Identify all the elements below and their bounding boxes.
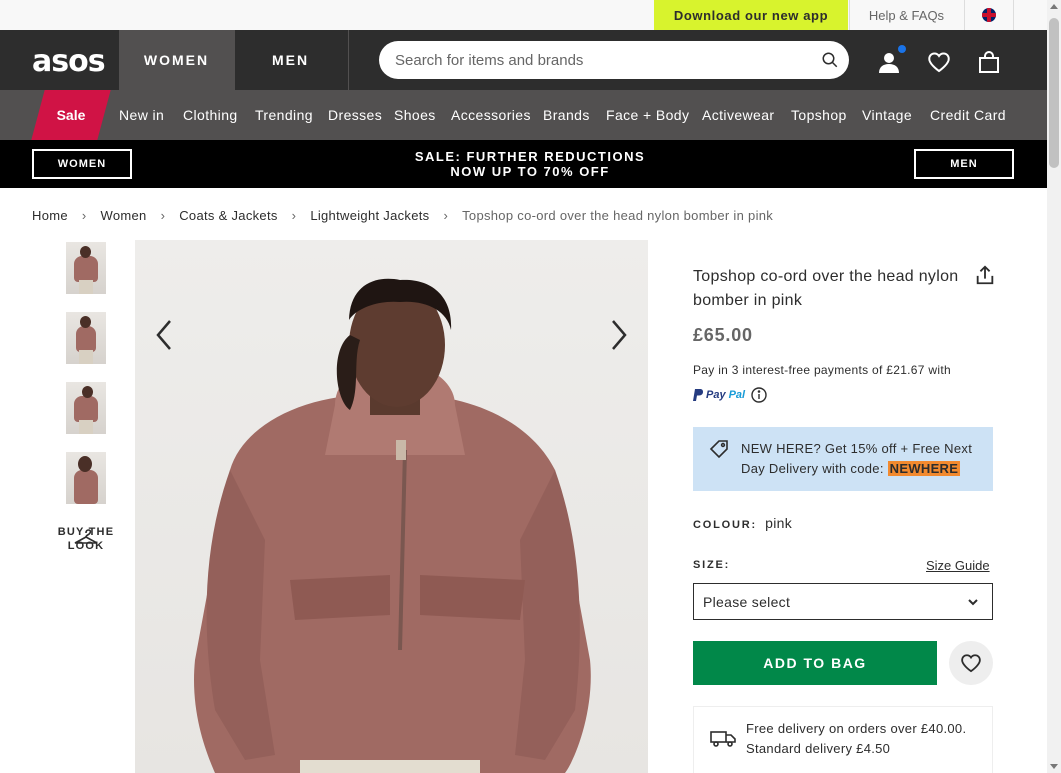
nav-item-vintage[interactable]: Vintage (862, 90, 912, 140)
promo-message: NEW HERE? Get 15% off + Free Next Day De… (741, 439, 981, 479)
promo-text[interactable]: SALE: FURTHER REDUCTIONS NOW UP TO 70% O… (330, 149, 730, 179)
breadcrumb-current: Topshop co-ord over the head nylon bombe… (462, 208, 774, 223)
new-customer-promo: NEW HERE? Get 15% off + Free Next Day De… (693, 427, 993, 491)
asos-logo[interactable]: asos (32, 44, 106, 79)
tag-icon (709, 440, 728, 459)
size-guide-link[interactable]: Size Guide (926, 558, 990, 573)
delivery-info: Free delivery on orders over £40.00. Sta… (693, 706, 993, 773)
main-header: asos WOMEN MEN (0, 30, 1047, 90)
chevron-down-icon (968, 599, 978, 606)
promo-women-button[interactable]: WOMEN (32, 149, 132, 179)
scroll-up-arrow[interactable] (1050, 4, 1058, 9)
thumbnail-1[interactable] (66, 242, 106, 294)
delivery-line-2: Standard delivery £4.50 (746, 741, 891, 756)
chevron-left-icon (156, 320, 171, 350)
tab-men[interactable]: MEN (233, 30, 348, 90)
nav-item-dresses[interactable]: Dresses (328, 90, 382, 140)
next-image-button[interactable] (604, 315, 634, 355)
nav-item-topshop[interactable]: Topshop (791, 90, 847, 140)
help-faqs-link[interactable]: Help & FAQs (849, 0, 963, 30)
share-icon[interactable] (974, 264, 996, 286)
breadcrumb-separator: › (443, 208, 449, 223)
tab-divider (348, 30, 349, 90)
size-select[interactable]: Please select (693, 583, 993, 620)
nav-item-face-body[interactable]: Face + Body (606, 90, 689, 140)
nav-item-shoes[interactable]: Shoes (394, 90, 436, 140)
nav-item-brands[interactable]: Brands (543, 90, 590, 140)
search-bar (379, 41, 849, 79)
breadcrumb-women[interactable]: Women (101, 208, 147, 223)
breadcrumb-home[interactable]: Home (32, 208, 68, 223)
breadcrumb-separator: › (291, 208, 297, 223)
delivery-line-1: Free delivery on orders over £40.00. (746, 721, 967, 736)
breadcrumb-separator: › (160, 208, 166, 223)
promo-banner: WOMEN SALE: FURTHER REDUCTIONS NOW UP TO… (0, 140, 1047, 188)
add-to-bag-button[interactable]: ADD TO BAG (693, 641, 937, 685)
heart-icon (961, 654, 981, 673)
paypal-row: Pay Pal (693, 387, 767, 403)
nav-item-trending[interactable]: Trending (255, 90, 313, 140)
size-label: SIZE: (693, 559, 731, 571)
thumbnail-4[interactable] (66, 452, 106, 504)
nav-item-credit-card[interactable]: Credit Card (930, 90, 1006, 140)
colour-row: COLOUR: pink (693, 515, 792, 531)
colour-value: pink (765, 515, 793, 531)
colour-label: COLOUR: (693, 519, 757, 531)
breadcrumb-lightweight-jackets[interactable]: Lightweight Jackets (310, 208, 429, 223)
promo-line-1: SALE: FURTHER REDUCTIONS (414, 149, 646, 164)
uk-flag-icon (982, 8, 996, 22)
country-selector[interactable] (964, 0, 1014, 30)
truck-icon (710, 731, 736, 747)
breadcrumb: Home › Women › Coats & Jackets › Lightwe… (32, 208, 773, 223)
search-input[interactable] (395, 51, 795, 69)
category-nav: Sale New in Clothing Trending Dresses Sh… (0, 90, 1047, 140)
paypal-pal: Pal (728, 389, 746, 401)
search-icon[interactable] (821, 51, 839, 69)
size-select-value: Please select (703, 593, 791, 610)
notification-dot (898, 45, 906, 53)
prev-image-button[interactable] (149, 315, 179, 355)
installments-text: Pay in 3 interest-free payments of £21.6… (693, 363, 951, 377)
save-for-later-button[interactable] (949, 641, 993, 685)
promo-line-2: NOW UP TO 70% OFF (450, 164, 610, 179)
paypal-p-icon (693, 389, 703, 401)
paypal-logo: Pay Pal (693, 389, 745, 401)
thumbnail-2[interactable] (66, 312, 106, 364)
product-title: Topshop co-ord over the head nylon bombe… (693, 268, 959, 309)
delivery-text: Free delivery on orders over £40.00. Sta… (746, 719, 966, 759)
scrollbar-thumb[interactable] (1049, 18, 1059, 168)
chevron-right-icon (612, 320, 627, 350)
buy-the-look-line-1: BUY THE (57, 526, 115, 538)
heart-icon[interactable] (927, 50, 951, 74)
breadcrumb-separator: › (81, 208, 87, 223)
buy-the-look-link[interactable]: BUY THE LOOK (56, 525, 116, 553)
nav-item-accessories[interactable]: Accessories (451, 90, 531, 140)
nav-item-clothing[interactable]: Clothing (183, 90, 238, 140)
paypal-pay: Pay (706, 389, 726, 401)
product-photo (194, 278, 591, 773)
promo-men-button[interactable]: MEN (914, 149, 1014, 179)
info-icon[interactable] (751, 387, 767, 403)
tab-women[interactable]: WOMEN (119, 30, 234, 90)
breadcrumb-coats-jackets[interactable]: Coats & Jackets (179, 208, 277, 223)
thumbnail-3[interactable] (66, 382, 106, 434)
bag-icon[interactable] (977, 50, 1001, 74)
account-icon[interactable] (877, 50, 901, 74)
nav-item-sale[interactable]: Sale (38, 90, 104, 140)
product-price: £65.00 (693, 325, 753, 345)
promo-code: NEWHERE (887, 461, 961, 476)
buy-the-look-line-2: LOOK (67, 540, 105, 552)
nav-item-activewear[interactable]: Activewear (702, 90, 774, 140)
main-product-image[interactable] (135, 240, 648, 773)
download-app-link[interactable]: Download our new app (654, 0, 848, 30)
nav-item-new-in[interactable]: New in (119, 90, 164, 140)
scroll-down-arrow[interactable] (1050, 764, 1058, 769)
